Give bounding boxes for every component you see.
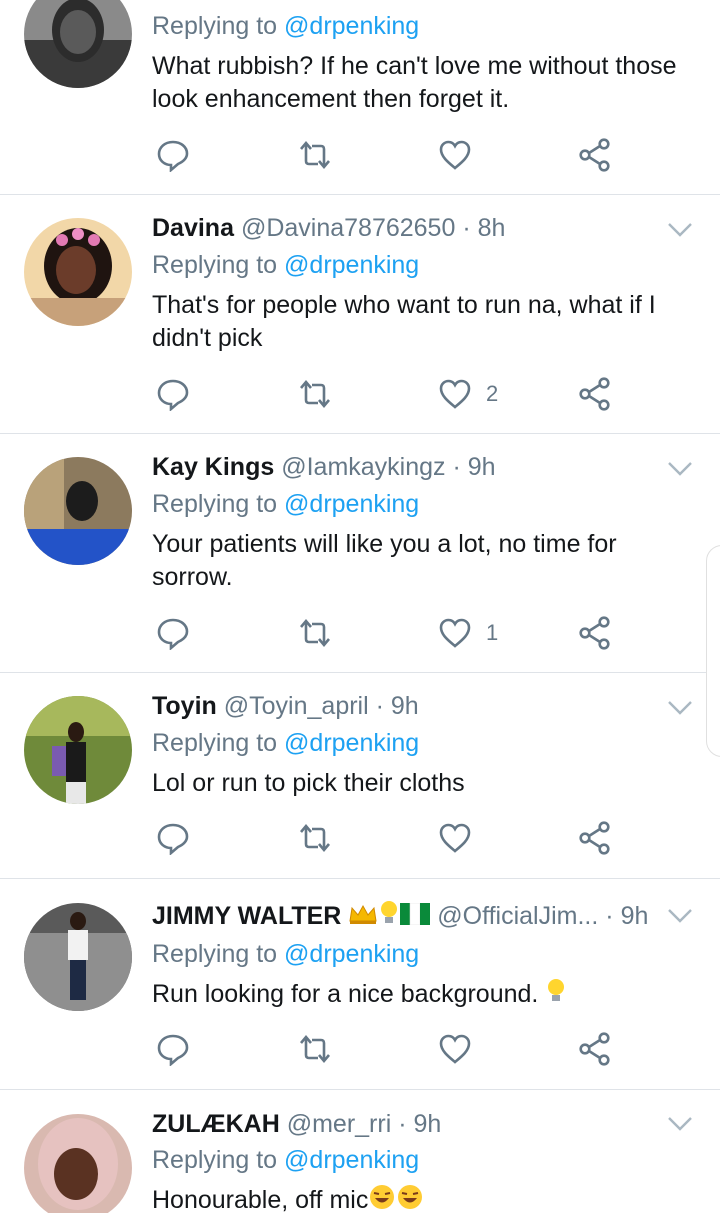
- tweet-text: Your patients will like you a lot, no ti…: [152, 530, 617, 591]
- reply-tweet[interactable]: ZULÆKAH @mer_rri · 9h Replying to @drpen…: [0, 1108, 720, 1213]
- tweet-header: Toyin @Toyin_april · 9h: [152, 692, 419, 720]
- like-icon[interactable]: [438, 818, 472, 858]
- avatar[interactable]: [24, 903, 132, 1011]
- tweet-text: That's for people who want to run na, wh…: [152, 291, 656, 352]
- tweet-text: Lol or run to pick their cloths: [152, 769, 465, 797]
- avatar[interactable]: [24, 457, 132, 565]
- chevron-down-icon[interactable]: [666, 906, 694, 926]
- avatar[interactable]: [24, 1114, 132, 1213]
- display-name[interactable]: Kay Kings: [152, 453, 274, 481]
- scrollbar[interactable]: [706, 545, 720, 757]
- display-name[interactable]: Davina: [152, 214, 234, 242]
- tweet-header: JIMMY WALTER @OfficialJim... · 9h: [152, 900, 652, 934]
- divider: [0, 194, 720, 195]
- replying-to: Replying to @drpenking: [152, 251, 420, 279]
- lightbulb-icon: [545, 978, 567, 1013]
- retweet-icon[interactable]: [298, 1029, 332, 1069]
- reply-icon[interactable]: [156, 374, 190, 414]
- tweet-header: Davina @Davina78762650 · 8h: [152, 214, 506, 242]
- replying-to: Replying to @drpenking: [152, 12, 420, 40]
- like-icon[interactable]: 1: [438, 613, 498, 653]
- timestamp[interactable]: 9h: [621, 902, 649, 930]
- like-count: 2: [486, 381, 499, 406]
- reply-icon[interactable]: [156, 613, 190, 653]
- replying-to-link[interactable]: @drpenking: [284, 1146, 419, 1174]
- tweet-actions: [0, 818, 720, 858]
- display-name[interactable]: JIMMY WALTER: [152, 902, 341, 930]
- share-icon[interactable]: [578, 135, 612, 175]
- timestamp[interactable]: 9h: [391, 692, 419, 720]
- tweet-header: Kay Kings @Iamkaykingz · 9h: [152, 453, 496, 481]
- user-handle[interactable]: @mer_rri: [287, 1110, 392, 1138]
- chevron-down-icon[interactable]: [666, 1114, 694, 1134]
- replying-to-link[interactable]: @drpenking: [284, 940, 419, 968]
- tweet-actions: [0, 1029, 720, 1069]
- share-icon[interactable]: [578, 1029, 612, 1069]
- like-count: 1: [486, 620, 499, 645]
- replying-to: Replying to @drpenking: [152, 490, 420, 518]
- tweet-text: Run looking for a nice background.: [152, 978, 692, 1013]
- like-icon[interactable]: 2: [438, 374, 498, 414]
- laughing-emoji-icon: [368, 1183, 396, 1213]
- nigeria-flag-icon: [400, 901, 431, 933]
- display-name[interactable]: Toyin: [152, 692, 217, 720]
- chevron-down-icon[interactable]: [666, 698, 694, 718]
- replying-to: Replying to @drpenking: [152, 729, 420, 757]
- timestamp[interactable]: 9h: [468, 453, 496, 481]
- reply-tweet[interactable]: JIMMY WALTER @OfficialJim... · 9h Replyi…: [0, 900, 720, 1088]
- like-icon[interactable]: [438, 135, 472, 175]
- user-handle[interactable]: @OfficialJim...: [437, 902, 598, 930]
- share-icon[interactable]: [578, 374, 612, 414]
- retweet-icon[interactable]: [298, 374, 332, 414]
- divider: [0, 433, 720, 434]
- tweet-actions: 1: [0, 613, 720, 653]
- replying-to-link[interactable]: @drpenking: [284, 251, 419, 279]
- divider: [0, 1089, 720, 1090]
- lightbulb-icon: [378, 900, 400, 934]
- user-handle[interactable]: @Iamkaykingz: [281, 453, 445, 481]
- display-name[interactable]: ZULÆKAH: [152, 1110, 280, 1138]
- replying-to: Replying to @drpenking: [152, 940, 420, 968]
- timestamp[interactable]: 8h: [478, 214, 506, 242]
- reply-icon[interactable]: [156, 818, 190, 858]
- retweet-icon[interactable]: [298, 818, 332, 858]
- tweet-text: Honourable, off mic: [152, 1183, 692, 1213]
- retweet-icon[interactable]: [298, 135, 332, 175]
- divider: [0, 878, 720, 879]
- tweet-text: What rubbish? If he can't love me withou…: [152, 52, 677, 113]
- reply-tweet[interactable]: Kay Kings @Iamkaykingz · 9h Replying to …: [0, 451, 720, 671]
- retweet-icon[interactable]: [298, 613, 332, 653]
- tweet-actions: 2: [0, 374, 720, 414]
- reply-tweet[interactable]: Toyin @Toyin_april · 9h Replying to @drp…: [0, 690, 720, 878]
- crown-icon: [348, 901, 378, 933]
- reply-tweet[interactable]: Replying to @drpenking What rubbish? If …: [0, 0, 720, 194]
- like-icon[interactable]: [438, 1029, 472, 1069]
- reply-icon[interactable]: [156, 135, 190, 175]
- user-handle[interactable]: @Davina78762650: [241, 214, 455, 242]
- chevron-down-icon[interactable]: [666, 459, 694, 479]
- avatar[interactable]: [24, 0, 132, 88]
- avatar[interactable]: [24, 218, 132, 326]
- replying-to-link[interactable]: @drpenking: [284, 12, 419, 40]
- reply-tweet[interactable]: Davina @Davina78762650 · 8h Replying to …: [0, 212, 720, 432]
- replying-to-link[interactable]: @drpenking: [284, 490, 419, 518]
- divider: [0, 672, 720, 673]
- timestamp[interactable]: 9h: [414, 1110, 442, 1138]
- replying-to-link[interactable]: @drpenking: [284, 729, 419, 757]
- avatar[interactable]: [24, 696, 132, 804]
- share-icon[interactable]: [578, 613, 612, 653]
- tweet-actions: [0, 135, 720, 175]
- share-icon[interactable]: [578, 818, 612, 858]
- tweet-header: ZULÆKAH @mer_rri · 9h: [152, 1110, 442, 1138]
- reply-icon[interactable]: [156, 1029, 190, 1069]
- user-handle[interactable]: @Toyin_april: [224, 692, 369, 720]
- laughing-emoji-icon: [396, 1183, 424, 1213]
- chevron-down-icon[interactable]: [666, 220, 694, 240]
- replying-to: Replying to @drpenking: [152, 1146, 420, 1174]
